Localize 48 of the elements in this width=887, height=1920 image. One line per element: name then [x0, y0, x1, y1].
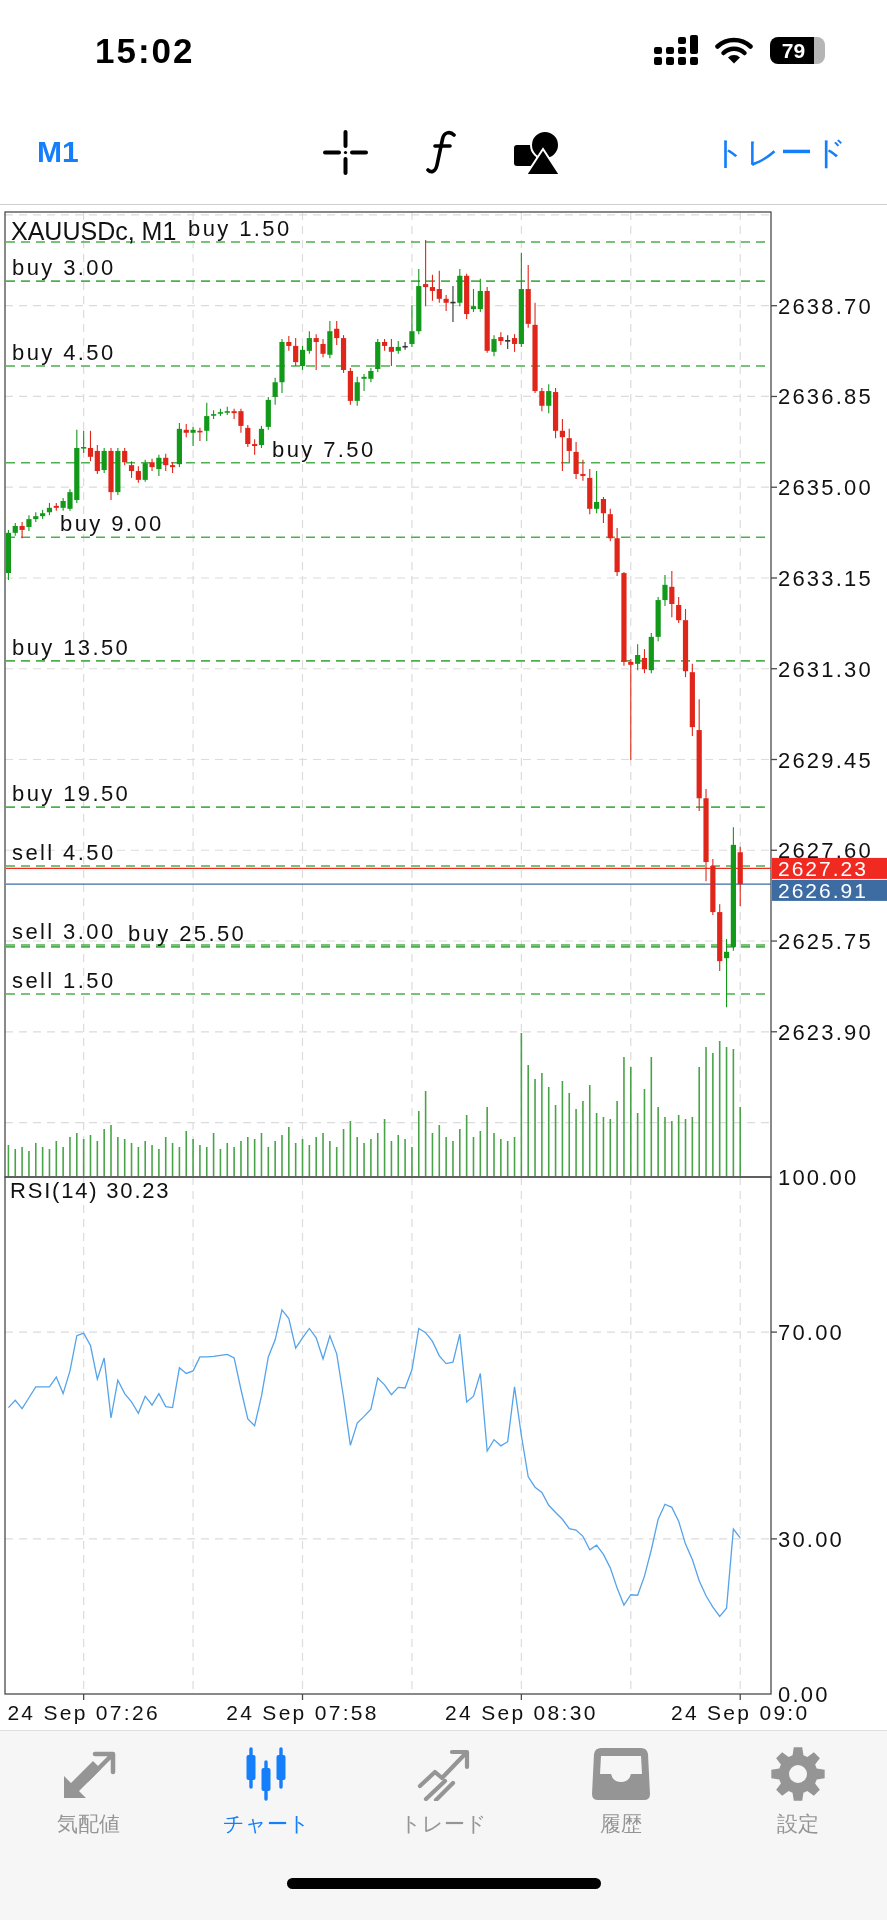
price-axis-label: 2636.85 — [778, 384, 873, 410]
trade-tab[interactable]: トレード — [354, 1731, 533, 1834]
price-axis-label: 2633.15 — [778, 566, 873, 591]
timeframe-button[interactable]: M1 — [37, 137, 79, 167]
order-label: buy 3.00 — [12, 255, 116, 281]
rsi-axis-label: 30.00 — [778, 1526, 845, 1552]
objects-button[interactable] — [514, 129, 561, 175]
rsi-axis-label: 70.00 — [778, 1320, 845, 1346]
chart-tab[interactable]: チャート — [177, 1731, 355, 1834]
price-axis-label: 2631.30 — [778, 656, 873, 682]
order-label: sell 3.00 — [12, 918, 116, 944]
price-axis-label: 2623.90 — [778, 1019, 873, 1045]
indicators-button[interactable] — [426, 130, 456, 174]
trade-button[interactable]: トレード — [712, 135, 847, 169]
y-tick-label: 2626.91 — [778, 878, 868, 902]
order-label: buy 9.00 — [60, 511, 164, 537]
inbox-tray-icon — [591, 1746, 650, 1801]
time-axis-label: 24 Sep 08:30 — [445, 1701, 598, 1724]
order-label: buy 1.50 — [188, 215, 292, 241]
current-price-tag: 2626.91 — [772, 878, 887, 902]
status-time: 15:02 — [95, 32, 195, 68]
time-axis-label: 24 Sep 07:58 — [226, 1701, 379, 1724]
crosshair-button[interactable] — [323, 129, 368, 175]
order-label: buy 25.50 — [128, 920, 247, 946]
order-label: buy 19.50 — [12, 781, 131, 807]
order-label: buy 4.50 — [12, 340, 116, 366]
rsi-axis-label: 100.00 — [778, 1165, 859, 1190]
time-axis-label: 24 Sep 07:26 — [7, 1701, 160, 1724]
history-tab[interactable]: 履歴 — [532, 1731, 710, 1834]
crosshair-icon — [323, 129, 368, 175]
order-label: buy 7.50 — [272, 436, 376, 462]
order-label: sell 4.50 — [12, 839, 116, 865]
price-axis-label: 2625.75 — [778, 929, 873, 954]
price-axis-label: 2638.70 — [778, 293, 873, 319]
indicator-title: RSI(14) 30.23 — [10, 1178, 171, 1203]
settings-icon — [769, 1746, 828, 1801]
order-label: sell 1.50 — [12, 968, 116, 993]
chart-symbol-title: XAUUSDc, M1 — [11, 217, 177, 245]
wifi-icon — [715, 36, 753, 64]
order-label: buy 13.50 — [12, 634, 131, 660]
cellular-signal-icon — [654, 35, 698, 65]
function-icon — [426, 130, 456, 174]
battery-indicator: 79 — [770, 36, 825, 64]
quotes-tab[interactable]: 気配値 — [0, 1731, 178, 1834]
price-axis-label: 2635.00 — [778, 475, 873, 501]
settings-tab[interactable]: 設定 — [709, 1731, 887, 1834]
price-axis-label: 2629.45 — [778, 747, 873, 773]
shapes-icon — [514, 129, 561, 175]
